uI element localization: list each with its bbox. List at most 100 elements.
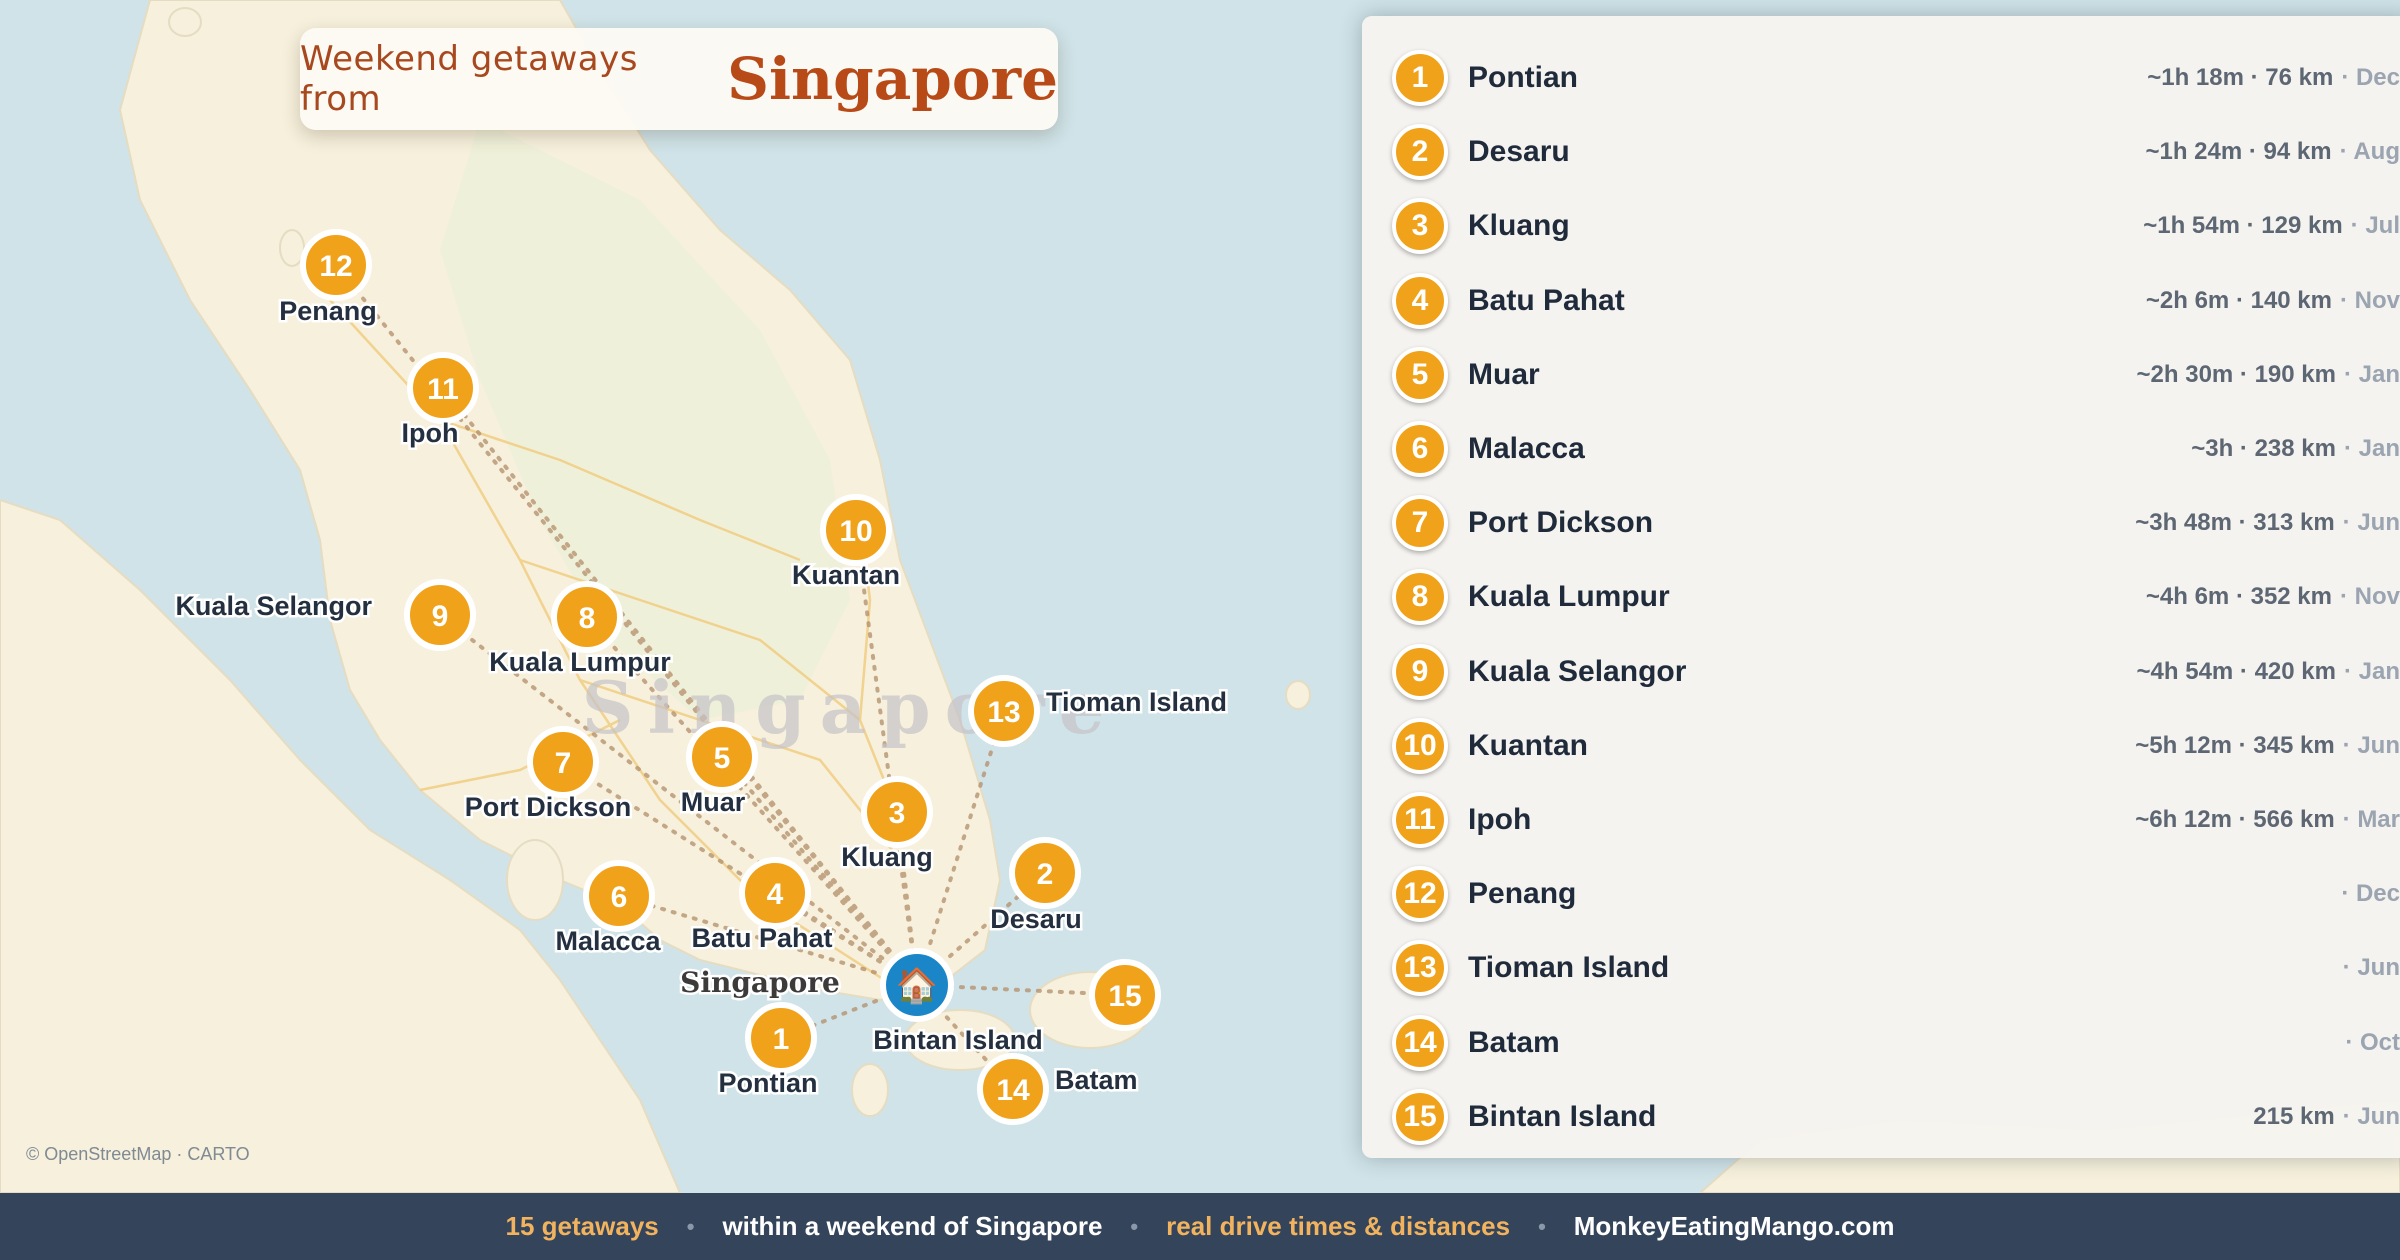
footer-separator: • — [1538, 1213, 1546, 1239]
map-marker-number: 12 — [319, 250, 352, 283]
list-item-name: Kuala Lumpur — [1468, 580, 1670, 614]
getaway-list-item[interactable]: 3 Kluang ~1h 54m · 129 km · Jul — [1392, 194, 2400, 258]
title-main: Singapore — [727, 45, 1058, 113]
list-item-best-month: · Mar — [2342, 806, 2400, 833]
list-item-name: Kluang — [1468, 209, 1570, 243]
list-item-number: 15 — [1392, 1088, 1448, 1145]
list-item-best-month: · Nov — [2340, 583, 2400, 611]
list-item-name: Desaru — [1468, 135, 1570, 169]
getaway-list-item[interactable]: 12 Penang · Dec — [1392, 862, 2400, 926]
list-item-best-month: · Jun — [2342, 954, 2400, 982]
list-item-best-month: · Jan — [2343, 435, 2400, 462]
list-item-best-month: · Jan — [2343, 360, 2400, 388]
list-item-name: Batam — [1468, 1025, 1560, 1059]
list-item-number: 14 — [1392, 1014, 1448, 1071]
list-item-drive-info: ~6h 12m · 566 km — [2135, 806, 2335, 833]
title-prefix: Weekend getaways from — [300, 39, 638, 119]
map-attribution: © OpenStreetMap · CARTO — [26, 1144, 250, 1164]
footer-tagline: within a weekend of Singapore — [722, 1211, 1103, 1241]
list-item-drive-info: ~2h 30m · 190 km — [2136, 360, 2336, 388]
map-marker[interactable]: 15 — [1089, 959, 1161, 1031]
list-item-best-month: · Jun — [2342, 509, 2400, 537]
region-label-singapore: Singapore — [680, 966, 840, 999]
list-item-name: Pontian — [1468, 61, 1578, 94]
list-item-best-month: · Aug — [2339, 138, 2400, 166]
map-marker-label: Tioman Island — [1046, 687, 1227, 717]
map-marker-label: Malacca — [555, 926, 661, 956]
getaway-list-item[interactable]: 10 Kuantan ~5h 12m · 345 km · Jun — [1392, 714, 2400, 778]
getaway-list-item[interactable]: 2 Desaru ~1h 24m · 94 km · Aug — [1392, 120, 2400, 184]
map-marker-label: Desaru — [990, 904, 1082, 934]
list-item-number: 1 — [1392, 50, 1448, 106]
map-marker-label: Batu Pahat — [691, 923, 832, 953]
footer-separator: • — [686, 1213, 695, 1239]
footer-getaway-count: 15 getaways — [505, 1211, 659, 1241]
list-item-name: Port Dickson — [1468, 506, 1654, 540]
getaway-list-item[interactable]: 9 Kuala Selangor ~4h 54m · 420 km · Jan — [1392, 640, 2400, 704]
list-item-name: Bintan Island — [1468, 1099, 1657, 1133]
island-small-1 — [851, 1063, 889, 1117]
list-item-best-month: · Nov — [2340, 286, 2400, 314]
footer-bar: 15 getaways • within a weekend of Singap… — [0, 1193, 2400, 1260]
list-item-number: 11 — [1392, 792, 1448, 848]
list-item-drive-info: ~4h 54m · 420 km — [2136, 657, 2336, 685]
list-item-best-month: · Jun — [2342, 731, 2400, 759]
footer-separator: • — [1130, 1213, 1139, 1239]
getaway-list-item[interactable]: 13 Tioman Island · Jun — [1392, 936, 2400, 1000]
map-marker-number: 6 — [611, 881, 628, 914]
getaway-list-item[interactable]: 6 Malacca ~3h · 238 km · Jan — [1392, 417, 2400, 481]
list-item-number: 3 — [1392, 198, 1448, 255]
map-marker-label: Ipoh — [402, 418, 459, 448]
map-marker-number: 5 — [714, 742, 731, 775]
map-marker-number: 10 — [839, 515, 872, 548]
footer-drive-times: real drive times & distances — [1166, 1211, 1511, 1241]
getaway-list-item[interactable]: 15 Bintan Island 215 km · Jun — [1392, 1085, 2400, 1149]
list-item-best-month: · Jul — [2350, 212, 2400, 240]
map-marker-number: 14 — [996, 1074, 1030, 1107]
title-card: Weekend getaways from Singapore — [300, 28, 1058, 130]
island-small-4 — [168, 7, 202, 37]
footer-website-link[interactable]: MonkeyEatingMango.com — [1574, 1211, 1895, 1242]
list-item-drive-info: ~5h 12m · 345 km — [2135, 731, 2335, 759]
list-item-drive-info: ~4h 6m · 352 km — [2145, 583, 2332, 611]
list-item-drive-info: ~2h 6m · 140 km — [2145, 286, 2332, 314]
list-item-drive-info: ~3h · 238 km — [2191, 435, 2336, 462]
map-marker[interactable]: 5 Muar — [678, 721, 758, 820]
list-item-best-month: · Dec — [2341, 880, 2400, 908]
getaway-list-item[interactable]: 14 Batam · Oct — [1392, 1011, 2400, 1075]
getaway-list-item[interactable]: 7 Port Dickson ~3h 48m · 313 km · Jun — [1392, 491, 2400, 555]
list-item-drive-info: ~1h 54m · 129 km — [2143, 212, 2343, 240]
list-item-name: Malacca — [1468, 432, 1585, 465]
list-item-drive-info: ~1h 18m · 76 km — [2147, 64, 2334, 91]
list-item-best-month: · Jan — [2343, 657, 2400, 685]
map-marker-label: Kuala Selangor — [175, 591, 372, 621]
list-item-number: 5 — [1392, 346, 1448, 403]
map-marker-number: 15 — [1108, 980, 1141, 1013]
list-item-name: Batu Pahat — [1468, 283, 1625, 317]
getaway-list-item[interactable]: 8 Kuala Lumpur ~4h 6m · 352 km · Nov — [1392, 565, 2400, 629]
getaway-list-item[interactable]: 1 Pontian ~1h 18m · 76 km · Dec — [1392, 46, 2400, 110]
map-marker-label: Pontian — [719, 1068, 818, 1098]
map-marker-number: 13 — [987, 696, 1020, 729]
getaway-list-item[interactable]: 4 Batu Pahat ~2h 6m · 140 km · Nov — [1392, 269, 2400, 333]
list-item-drive-info: 215 km — [2253, 1102, 2335, 1130]
list-item-number: 4 — [1392, 272, 1448, 329]
map-marker-label: Batam — [1055, 1065, 1138, 1095]
list-item-number: 9 — [1392, 643, 1448, 700]
home-marker-label: Bintan Island — [873, 1025, 1043, 1055]
map-marker-label: Port Dickson — [465, 792, 632, 822]
list-item-name: Penang — [1468, 877, 1577, 911]
getaway-list-item[interactable]: 5 Muar ~2h 30m · 190 km · Jan — [1392, 343, 2400, 407]
list-item-best-month: · Jun — [2342, 1102, 2400, 1130]
list-item-name: Ipoh — [1468, 803, 1532, 836]
map-marker-number: 7 — [555, 747, 572, 780]
getaway-list-item[interactable]: 11 Ipoh ~6h 12m · 566 km · Mar — [1392, 788, 2400, 852]
list-item-name: Kuantan — [1468, 728, 1588, 762]
map-marker-number: 9 — [432, 600, 449, 633]
island-small-2 — [506, 839, 564, 921]
list-item-number: 2 — [1392, 124, 1448, 181]
list-item-number: 7 — [1392, 495, 1448, 552]
house-icon: 🏠 — [896, 967, 938, 1005]
map-marker-label: Penang — [279, 296, 377, 326]
list-item-name: Muar — [1468, 357, 1540, 391]
